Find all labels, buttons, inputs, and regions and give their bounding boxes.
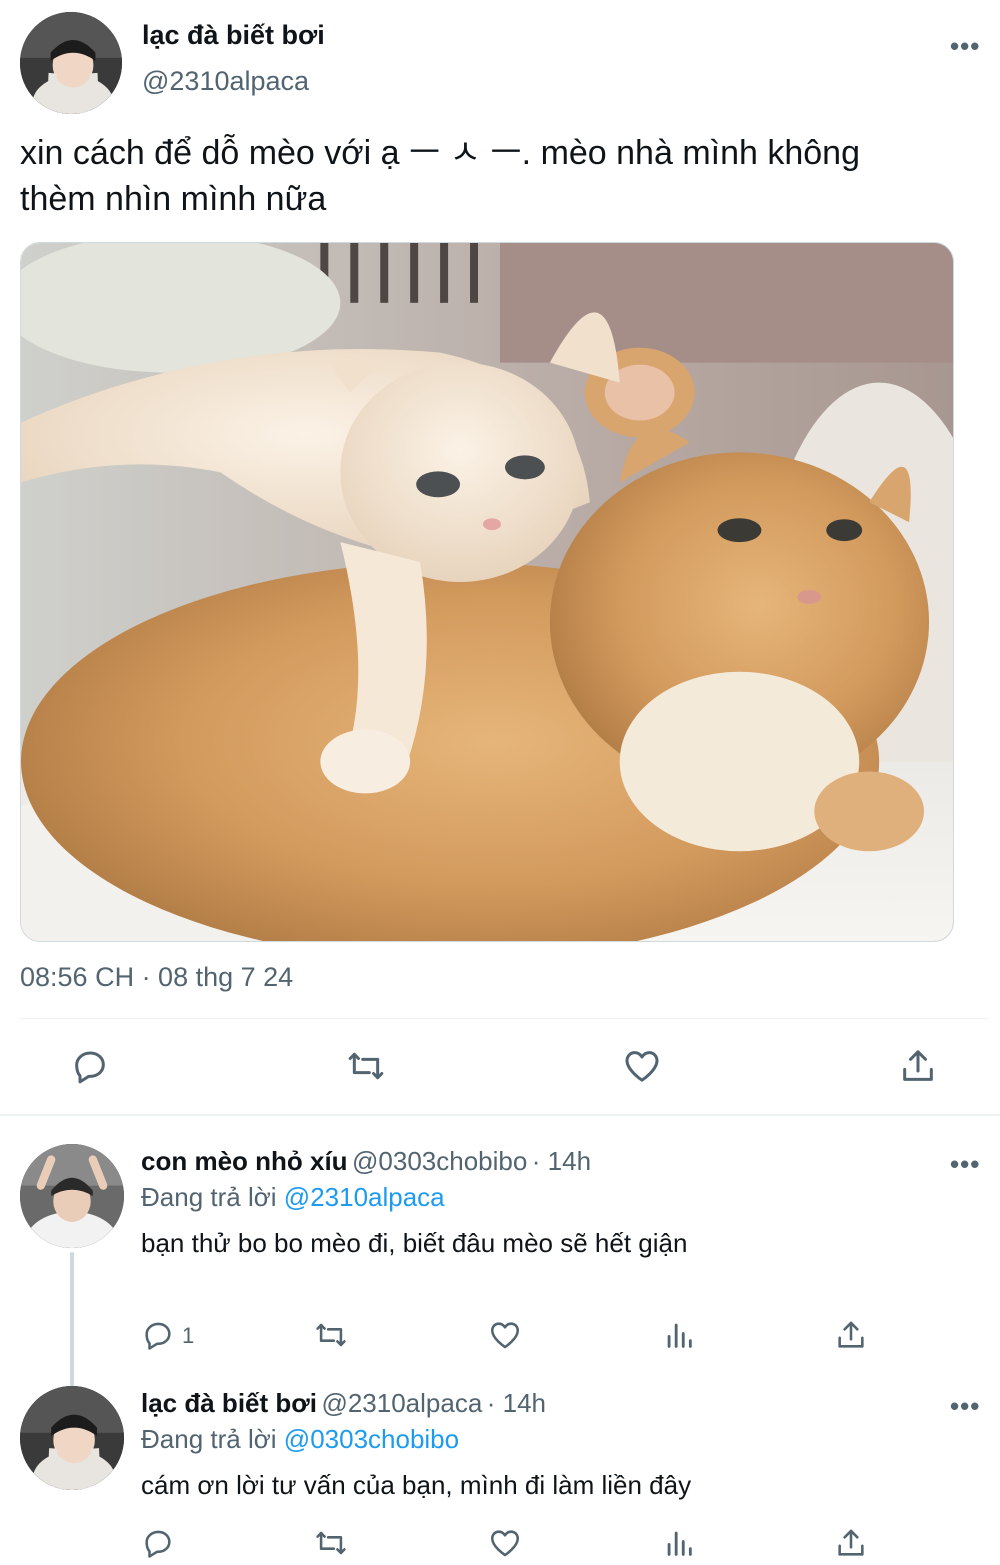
reply-icon[interactable] <box>141 1318 175 1352</box>
reply-avatar[interactable] <box>20 1386 124 1490</box>
avatar-photo <box>20 12 122 114</box>
retweet-icon[interactable] <box>344 1046 388 1086</box>
avatar-photo <box>20 1386 124 1490</box>
replying-to-handle[interactable]: @2310alpaca <box>284 1182 445 1212</box>
more-icon[interactable]: ••• <box>950 33 980 59</box>
reply-time[interactable]: · 14h <box>532 1146 591 1176</box>
tweet-media-image[interactable] <box>20 242 954 942</box>
reply-author-handle[interactable]: @0303chobibo <box>352 1146 527 1176</box>
reply-author-handle[interactable]: @2310alpaca <box>321 1388 482 1418</box>
like-icon[interactable] <box>488 1318 522 1352</box>
reply-text: bạn thử bo bo mèo đi, biết đâu mèo sẽ hế… <box>141 1228 688 1258</box>
reply-author-name[interactable]: con mèo nhỏ xíu <box>141 1146 348 1176</box>
tweet-text-line-1: xin cách để dỗ mèo với ạ ㅡ ㅅ ㅡ. mèo nhà … <box>20 134 860 172</box>
reply-icon[interactable] <box>70 1046 110 1086</box>
more-icon[interactable]: ••• <box>950 1393 980 1419</box>
more-icon[interactable]: ••• <box>950 1151 980 1177</box>
views-icon[interactable] <box>662 1318 696 1352</box>
share-icon[interactable] <box>834 1318 868 1352</box>
retweet-icon[interactable] <box>312 1318 350 1352</box>
author-handle[interactable]: @2310alpaca <box>142 66 309 97</box>
divider <box>20 1018 988 1019</box>
replying-to: Đang trả lời @2310alpaca <box>141 1182 445 1213</box>
reply-time[interactable]: · 14h <box>487 1388 546 1418</box>
replying-to: Đang trả lời @0303chobibo <box>141 1424 459 1455</box>
replying-to-prefix: Đang trả lời <box>141 1182 277 1212</box>
replying-to-prefix: Đang trả lời <box>141 1424 277 1454</box>
share-icon[interactable] <box>898 1046 938 1086</box>
like-icon[interactable] <box>622 1046 662 1086</box>
tweet-timestamp[interactable]: 08:56 CH · 08 thg 7 24 <box>20 962 293 993</box>
section-divider <box>0 1114 1000 1116</box>
retweet-icon[interactable] <box>312 1526 350 1560</box>
reply-2-header: lạc đà biết bơi @2310alpaca · 14h <box>141 1388 546 1419</box>
tweet-text-line-2: thèm nhìn mình nữa <box>20 180 327 218</box>
share-icon[interactable] <box>834 1526 868 1560</box>
reply-avatar[interactable] <box>20 1144 124 1248</box>
reply-author-name[interactable]: lạc đà biết bơi <box>141 1388 317 1418</box>
replying-to-handle[interactable]: @0303chobibo <box>284 1424 459 1454</box>
like-icon[interactable] <box>488 1526 522 1560</box>
cats-photo <box>21 243 953 941</box>
avatar-photo <box>20 1144 124 1248</box>
thread-line <box>70 1252 74 1387</box>
reply-text: cám ơn lời tư vấn của bạn, mình đi làm l… <box>141 1470 692 1500</box>
author-avatar[interactable] <box>20 12 122 114</box>
views-icon[interactable] <box>662 1526 696 1560</box>
reply-1-header: con mèo nhỏ xíu @0303chobibo · 14h <box>141 1146 591 1177</box>
author-name[interactable]: lạc đà biết bơi <box>142 20 325 51</box>
reply-icon[interactable] <box>141 1526 175 1560</box>
reply-count: 1 <box>182 1323 195 1348</box>
